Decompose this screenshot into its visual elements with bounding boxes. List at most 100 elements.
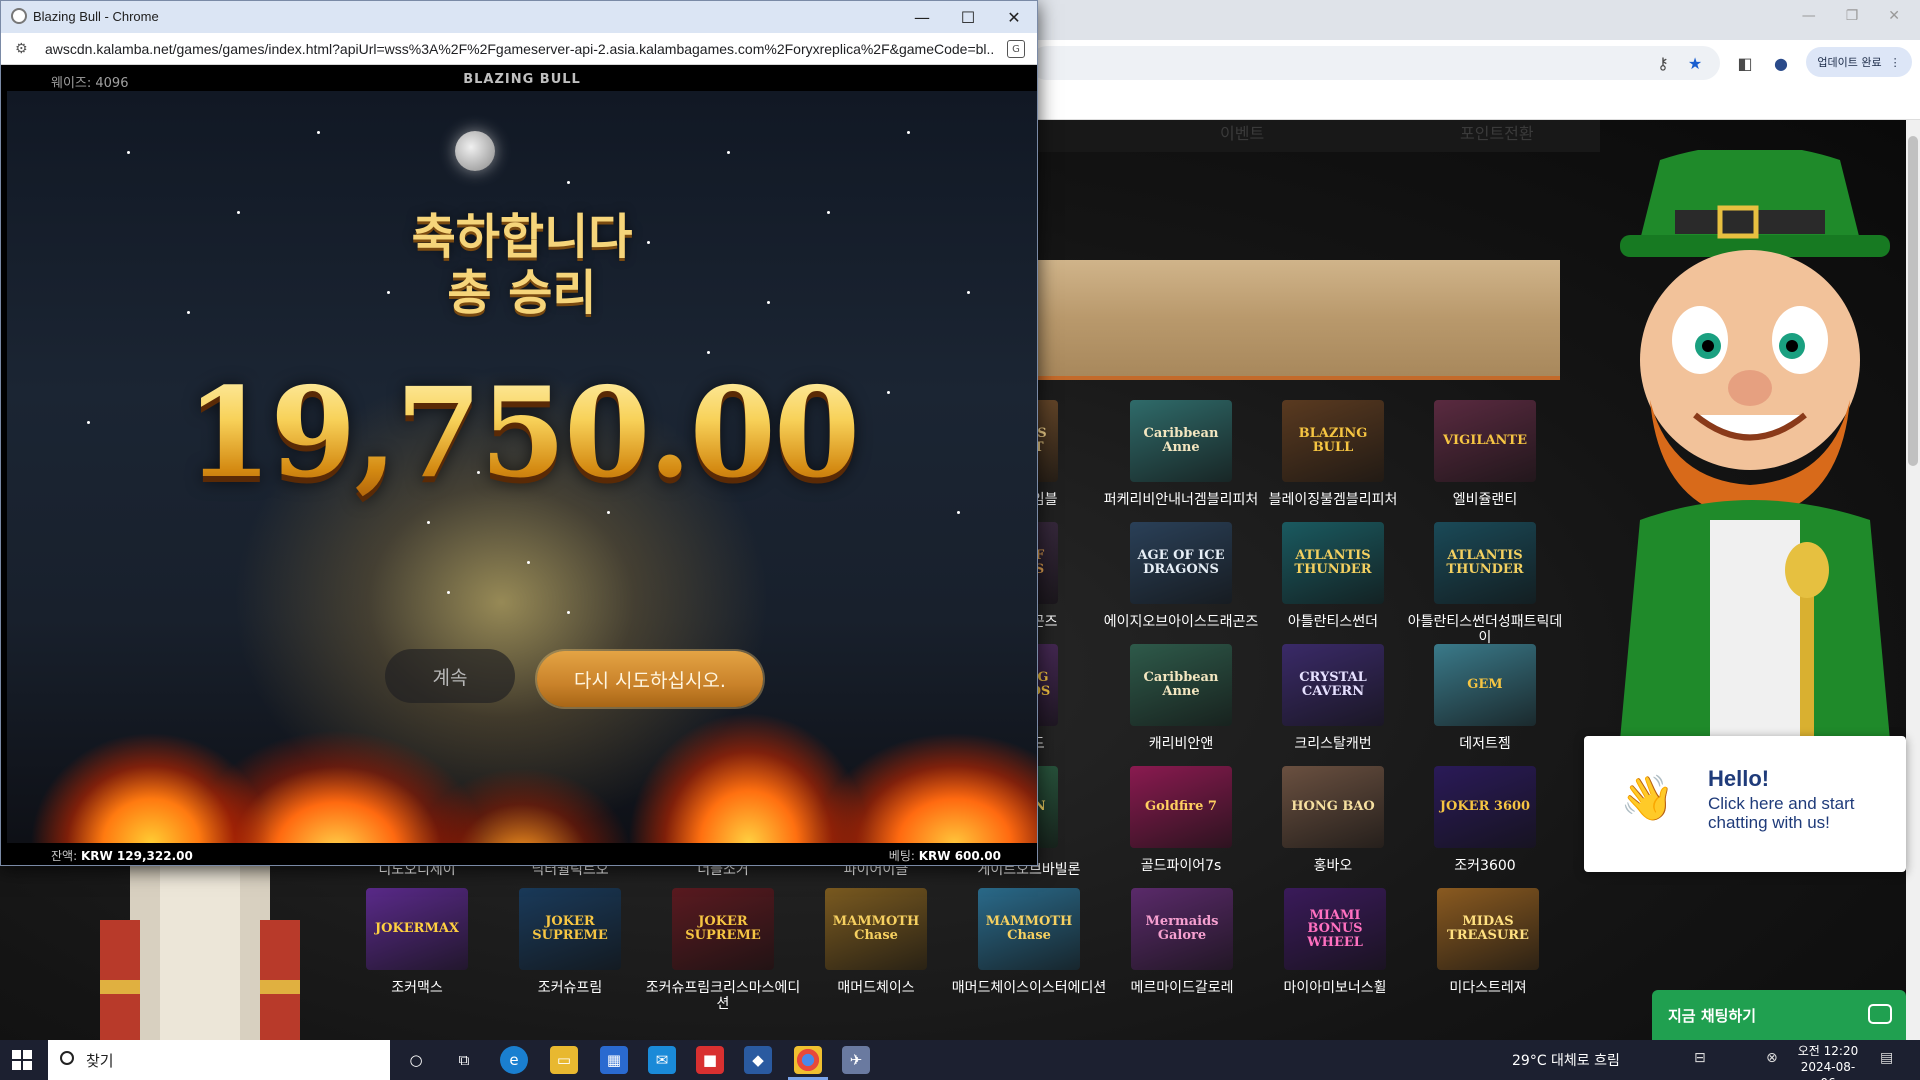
store-icon[interactable]: ▦ — [600, 1046, 628, 1074]
background-address-bar[interactable] — [1030, 46, 1720, 80]
game-tile[interactable]: Caribbean Anne — [1130, 644, 1232, 726]
file-explorer-icon[interactable]: ▭ — [550, 1046, 578, 1074]
game-label[interactable]: 마이아미보너스휠 — [1255, 980, 1415, 996]
game-label[interactable]: 데저트젬 — [1405, 736, 1565, 752]
game-tile-art-text: JOKERMAX — [374, 921, 460, 937]
task-view-icon[interactable]: ⧉ — [450, 1046, 478, 1074]
game-label[interactable]: 퍼케리비안내너겜블리피처 — [1101, 492, 1261, 508]
game-tile[interactable]: JOKER SUPREME — [672, 888, 774, 970]
chrome-icon[interactable] — [794, 1046, 822, 1074]
side-panel-icon[interactable]: ◧ — [1732, 50, 1758, 76]
game-tile-art-text: Mermaids Galore — [1145, 914, 1219, 943]
game-label[interactable]: 조커맥스 — [337, 980, 497, 996]
fire-effect — [7, 691, 1037, 843]
app-blue-icon[interactable]: ◆ — [744, 1046, 772, 1074]
game-label[interactable]: 매머드체이스 — [796, 980, 956, 996]
game-label[interactable]: 미다스트레져 — [1408, 980, 1568, 996]
game-label[interactable]: 조커슈프림 — [490, 980, 650, 996]
chat-now-button[interactable]: 지금 채팅하기 — [1652, 990, 1906, 1040]
edge-icon[interactable]: e — [500, 1046, 528, 1074]
star — [447, 591, 450, 594]
chat-widget-card[interactable]: 👋 Hello! Click here and start chatting w… — [1584, 736, 1906, 872]
weather-widget[interactable]: 29°C 대체로 흐림 — [1512, 1050, 1620, 1070]
game-label[interactable]: 블레이징불겜블리피처 — [1253, 492, 1413, 508]
game-tile[interactable]: MAMMOTH Chase — [978, 888, 1080, 970]
popup-minimize-button[interactable]: — — [899, 5, 945, 29]
game-label[interactable]: 홍바오 — [1253, 858, 1413, 874]
game-tile[interactable]: VIGILANTE — [1434, 400, 1536, 482]
popup-titlebar[interactable]: Blazing Bull - Chrome — ☐ ✕ — [1, 1, 1037, 33]
popup-close-button[interactable]: ✕ — [991, 5, 1037, 29]
game-tile[interactable]: ATLANTIS THUNDER — [1434, 522, 1536, 604]
game-footer: 잔액: KRW 129,322.00 베팅: KRW 600.00 — [7, 843, 1037, 865]
game-tile[interactable]: JOKER 3600 — [1434, 766, 1536, 848]
site-settings-icon[interactable]: ⚙ — [15, 41, 28, 57]
app-red-icon[interactable]: ■ — [696, 1046, 724, 1074]
game-tile[interactable]: Goldfire 7 — [1130, 766, 1232, 848]
mail-icon[interactable]: ✉ — [648, 1046, 676, 1074]
key-icon[interactable]: ⚷ — [1650, 50, 1676, 76]
clock-time: 오전 12:20 — [1797, 1044, 1859, 1058]
search-placeholder: 찾기 — [86, 1052, 114, 1070]
game-tile[interactable]: CRYSTAL CAVERN — [1282, 644, 1384, 726]
game-tile[interactable]: MIAMI BONUS WHEEL — [1284, 888, 1386, 970]
network-icon[interactable]: ⊟ — [1694, 1050, 1706, 1066]
game-tile[interactable]: BLAZING BULL — [1282, 400, 1384, 482]
game-label[interactable]: 메르마이드갈로레 — [1102, 980, 1262, 996]
game-label[interactable]: 크리스탈캐번 — [1253, 736, 1413, 752]
translate-icon[interactable]: G — [1007, 40, 1025, 58]
volume-mute-icon[interactable]: ⊗ — [1766, 1050, 1778, 1066]
chrome-app-icon — [11, 8, 27, 24]
game-tile[interactable]: MAMMOTH Chase — [825, 888, 927, 970]
game-tile[interactable]: AGE OF ICE DRAGONS — [1130, 522, 1232, 604]
game-label[interactable]: 아틀란티스썬더성패트릭데이 — [1405, 614, 1565, 646]
moon-graphic — [455, 131, 495, 171]
page-scrollbar-thumb[interactable] — [1908, 136, 1918, 466]
app-bird-icon[interactable]: ✈ — [842, 1046, 870, 1074]
clock[interactable]: 오전 12:20 2024-08-06 — [1796, 1043, 1860, 1080]
game-title: BLAZING BULL — [463, 72, 581, 87]
nav-item-event[interactable]: 이벤트 — [1220, 120, 1264, 144]
nav-item-point[interactable]: 포인트전환 — [1460, 120, 1534, 144]
continue-button[interactable]: 계속 — [385, 649, 515, 703]
cortana-icon[interactable]: ○ — [402, 1046, 430, 1074]
game-label[interactable]: 조커3600 — [1405, 858, 1565, 874]
star — [567, 611, 570, 614]
taskbar-search-box[interactable]: 찾기 — [48, 1040, 390, 1080]
bg-close-button[interactable]: ✕ — [1888, 8, 1900, 24]
update-button[interactable]: 업데이트 완료 ⋮ — [1806, 47, 1912, 77]
game-tile[interactable]: JOKERMAX — [366, 888, 468, 970]
star — [707, 351, 710, 354]
desktop: — ❐ ✕ ⚷ ★ ◧ ● 업데이트 완료 ⋮ 이벤트 포인트전환 N'S ST… — [0, 0, 1920, 1080]
bookmark-star-icon[interactable]: ★ — [1682, 50, 1708, 76]
game-tile[interactable]: ATLANTIS THUNDER — [1282, 522, 1384, 604]
bg-minimize-button[interactable]: — — [1802, 8, 1816, 24]
game-label[interactable]: 아틀란티스썬더 — [1253, 614, 1413, 630]
profile-icon[interactable]: ● — [1768, 50, 1794, 76]
game-tile[interactable]: MIDAS TREASURE — [1437, 888, 1539, 970]
game-label[interactable]: 조커슈프림크리스마스에디션 — [643, 980, 803, 1012]
game-label[interactable]: 매머드체이스이스터에디션 — [949, 980, 1109, 996]
total-win-amount: 19,750.00 — [7, 361, 1037, 506]
game-label[interactable]: 에이지오브아이스드래곤즈 — [1101, 614, 1261, 630]
game-label[interactable]: 캐리비안앤 — [1101, 736, 1261, 752]
notification-icon[interactable]: ▤ — [1880, 1050, 1893, 1066]
game-tile-art-text: VIGILANTE — [1442, 433, 1528, 449]
game-label[interactable]: 골드파이어7s — [1101, 858, 1261, 874]
game-tile-art-text: MIDAS TREASURE — [1447, 914, 1529, 943]
popup-maximize-button[interactable]: ☐ — [945, 5, 991, 29]
bet-label: 베팅: — [888, 849, 915, 863]
popup-url-bar[interactable]: ⚙ awscdn.kalamba.net/games/games/index.h… — [1, 33, 1037, 65]
game-label[interactable]: 엘비쥴랜티 — [1405, 492, 1565, 508]
game-tile[interactable]: JOKER SUPREME — [519, 888, 621, 970]
game-tile-art-text: ATLANTIS THUNDER — [1446, 548, 1524, 577]
game-tile[interactable]: HONG BAO — [1282, 766, 1384, 848]
game-tile[interactable]: GEM — [1434, 644, 1536, 726]
game-tile-art-text: JOKER SUPREME — [685, 914, 761, 943]
try-again-button[interactable]: 다시 시도하십시오. — [537, 651, 763, 707]
bg-restore-button[interactable]: ❐ — [1846, 8, 1859, 24]
game-tile[interactable]: Mermaids Galore — [1131, 888, 1233, 970]
congrats-line-2: 총 승리 — [447, 265, 597, 321]
windows-start-button[interactable] — [12, 1050, 32, 1070]
game-tile[interactable]: Caribbean Anne — [1130, 400, 1232, 482]
